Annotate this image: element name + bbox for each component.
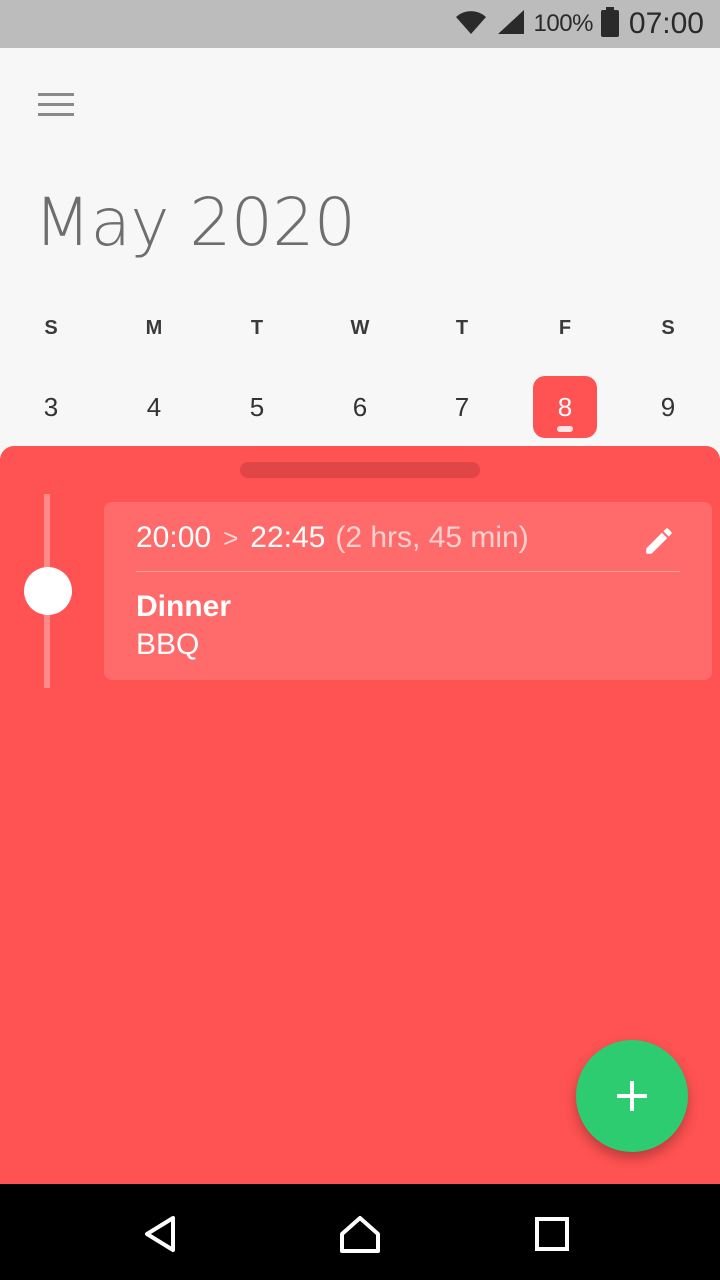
date-cell[interactable]: 4 (122, 376, 186, 438)
weekday-label: T (250, 316, 264, 339)
month-title: May 2020 (34, 184, 356, 261)
date-number: 6 (352, 391, 368, 422)
weekday-header: S M T W T F S (0, 308, 720, 348)
add-event-button[interactable] (576, 1040, 688, 1152)
weekday-label: W (350, 316, 370, 339)
weekday-label: T (455, 316, 469, 339)
signal-icon (496, 8, 526, 41)
date-cell[interactable]: 5 (225, 376, 289, 438)
sheet-drag-handle[interactable] (240, 462, 480, 478)
wifi-icon (454, 8, 488, 41)
back-icon[interactable] (136, 1212, 184, 1256)
weekday-label: F (558, 316, 572, 339)
date-number: 3 (43, 391, 59, 422)
event-time-range: 20:00 > 22:45 (2 hrs, 45 min) (136, 520, 529, 556)
menu-line (38, 92, 74, 96)
event-subtitle: BBQ (136, 628, 200, 661)
weekday-label: S (661, 316, 675, 339)
event-card[interactable]: 20:00 > 22:45 (2 hrs, 45 min) Dinner BBQ (104, 502, 712, 680)
system-nav-bar (0, 1184, 720, 1280)
date-number: 4 (146, 391, 162, 422)
event-title: Dinner (136, 590, 232, 623)
date-number: 9 (660, 391, 676, 422)
battery-percent: 100% (533, 10, 594, 37)
recents-icon[interactable] (528, 1212, 576, 1256)
event-indicator-dot (557, 426, 573, 432)
date-number: 8 (557, 391, 573, 422)
home-icon[interactable] (336, 1212, 384, 1256)
event-start-time: 20:00 (136, 521, 212, 554)
chevron-right-icon: > (223, 522, 239, 553)
date-cell[interactable]: 6 (328, 376, 392, 438)
battery-icon (600, 6, 619, 42)
weekday-label: M (145, 316, 163, 339)
weekday-label: S (44, 316, 58, 339)
date-cell[interactable]: 3 (19, 376, 83, 438)
status-time: 07:00 (628, 7, 704, 40)
card-divider (136, 571, 680, 572)
timeline-knob[interactable] (24, 567, 72, 615)
date-cell[interactable]: 9 (636, 376, 700, 438)
status-icons: 100% 07:00 (454, 0, 704, 48)
date-number: 5 (249, 391, 265, 422)
week-dates: 3 4 5 6 7 8 9 (0, 376, 720, 438)
event-end-time: 22:45 (250, 521, 326, 554)
hamburger-menu-icon[interactable] (30, 84, 82, 124)
menu-line (38, 112, 74, 116)
pencil-icon[interactable] (642, 524, 676, 558)
status-bar: 100% 07:00 (0, 0, 720, 48)
date-number: 7 (454, 391, 470, 422)
plus-icon (617, 1081, 647, 1111)
event-duration: (2 hrs, 45 min) (335, 521, 529, 554)
menu-line (38, 102, 74, 106)
date-cell[interactable]: 7 (430, 376, 494, 438)
date-cell-selected[interactable]: 8 (533, 376, 597, 438)
